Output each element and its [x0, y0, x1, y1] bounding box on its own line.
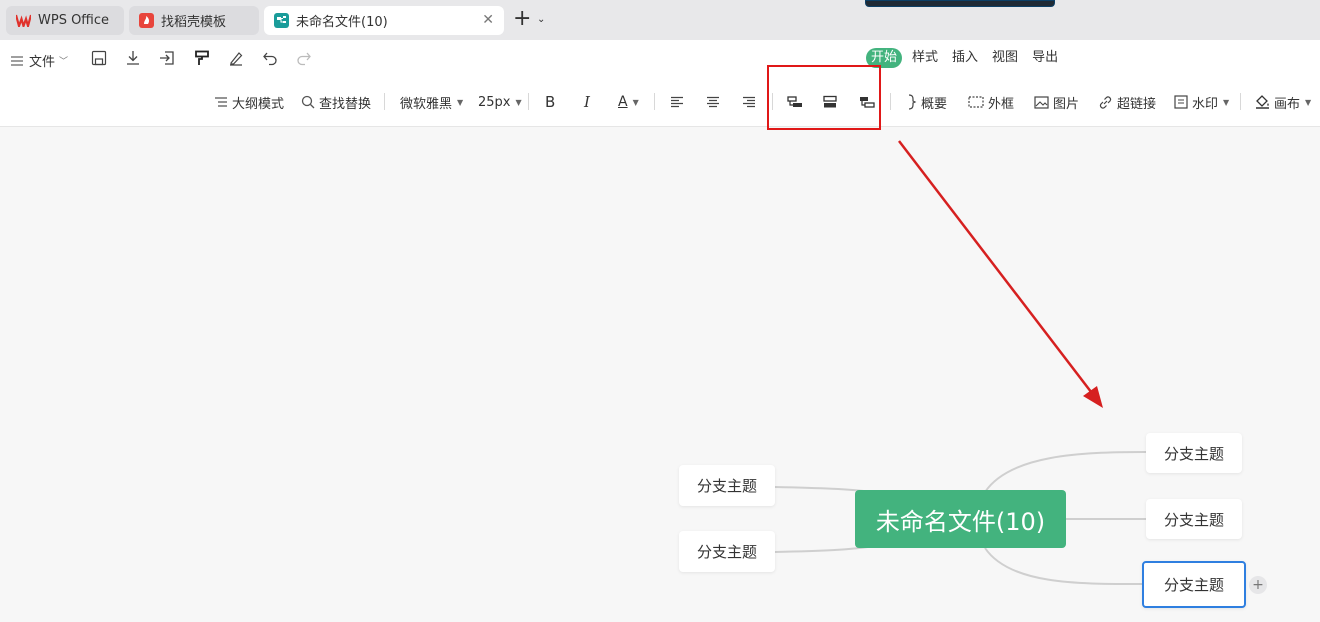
canvas-button[interactable]: 画布 ▼ [1255, 93, 1312, 112]
watermark-label: 水印 [1192, 96, 1219, 112]
summary-icon [908, 94, 917, 110]
paint-bucket-icon [1256, 95, 1269, 109]
caret-down-icon: ▼ [632, 97, 639, 107]
tab-label: 未命名文件(10) [296, 15, 388, 30]
align-right-icon[interactable] [742, 93, 760, 111]
add-topic-icon[interactable]: + [1249, 576, 1267, 594]
outline-icon [215, 97, 227, 107]
topic-label: 分支主题 [1163, 444, 1224, 463]
branch-topic-right-2[interactable]: 分支主题 [1146, 499, 1242, 539]
divider [384, 93, 385, 110]
menu-icon [11, 55, 23, 66]
bold-button[interactable]: B [545, 93, 555, 111]
caret-down-icon: ▼ [457, 97, 464, 107]
tab-wps-office[interactable]: WPS Office [6, 6, 124, 35]
watermark-button[interactable]: 水印 ▼ [1174, 93, 1230, 112]
undo-icon[interactable] [261, 49, 279, 67]
ribbon-tabs: 开始 样式 插入 视图 导出 [866, 48, 1072, 68]
image-icon [1034, 95, 1049, 109]
caret-down-icon: ▼ [515, 97, 522, 107]
caret-down-icon: ▼ [1305, 97, 1312, 107]
mindmap-canvas[interactable] [0, 128, 1320, 622]
redo-icon[interactable] [295, 49, 313, 67]
save-icon[interactable] [90, 49, 108, 67]
topic-label: 分支主题 [1163, 510, 1224, 529]
align-left-icon[interactable] [670, 93, 688, 111]
tab-insert[interactable]: 插入 [952, 48, 978, 68]
chevron-down-icon[interactable]: ⌄ [537, 14, 545, 25]
find-replace-label: 查找替换 [319, 96, 372, 112]
frame-icon [968, 96, 984, 108]
canvas-label: 画布 [1274, 96, 1301, 112]
chevron-down-icon: ﹀ [59, 57, 69, 67]
eraser-icon[interactable] [227, 49, 245, 67]
branch-topic-right-3[interactable]: 分支主题 [1142, 561, 1246, 608]
outline-mode-button[interactable]: 大纲模式 [214, 93, 285, 112]
divider [1240, 93, 1241, 110]
floating-panel-edge [865, 0, 1055, 7]
tab-label: 找稻壳模板 [161, 15, 227, 30]
font-color-label: A [618, 94, 628, 110]
font-family-select[interactable]: 微软雅黑 ▼ [400, 93, 464, 112]
topic-label: 分支主题 [1163, 576, 1224, 594]
summary-button[interactable]: 概要 [907, 93, 948, 112]
tab-bar: WPS Office 找稻壳模板 未命名文件(10) ✕ + ⌄ [0, 0, 1320, 40]
divider [528, 93, 529, 110]
file-menu[interactable]: 文件 ﹀ [10, 51, 68, 70]
mindmap-file-icon [274, 13, 289, 28]
topic-label: 分支主题 [696, 543, 757, 561]
caret-down-icon: ▼ [1223, 97, 1230, 107]
tab-label: WPS Office [38, 13, 110, 28]
watermark-icon [1174, 95, 1188, 109]
find-replace-button[interactable]: 查找替换 [301, 93, 372, 112]
central-topic-label: 未命名文件(10) [875, 507, 1046, 536]
format-painter-icon[interactable] [193, 49, 211, 67]
tab-templates[interactable]: 找稻壳模板 [129, 6, 259, 35]
menu-bar: 文件 ﹀ 开始 样式 插入 视图 导出 [0, 40, 1320, 76]
tab-style[interactable]: 样式 [912, 48, 938, 68]
new-tab-icon[interactable]: + [513, 8, 531, 30]
branch-topic-left-1[interactable]: 分支主题 [679, 465, 775, 506]
toolbar: 大纲模式 查找替换 微软雅黑 ▼ 25px ▼ B I A ▼ 概要 外框 图片… [0, 76, 1320, 127]
link-icon [1099, 95, 1112, 109]
italic-label: I [584, 93, 590, 111]
divider [654, 93, 655, 110]
image-button[interactable]: 图片 [1034, 93, 1080, 112]
align-center-icon[interactable] [706, 93, 724, 111]
download-icon[interactable] [124, 49, 142, 67]
frame-button[interactable]: 外框 [968, 93, 1015, 112]
topic-label: 分支主题 [696, 477, 757, 495]
close-icon[interactable]: ✕ [482, 13, 494, 27]
tab-view[interactable]: 视图 [992, 48, 1018, 68]
search-icon [301, 95, 315, 109]
file-menu-label: 文件 [29, 55, 56, 70]
outline-mode-label: 大纲模式 [232, 96, 285, 112]
branch-topic-left-2[interactable]: 分支主题 [679, 531, 775, 572]
docer-logo-icon [139, 13, 154, 28]
font-size-select[interactable]: 25px ▼ [478, 93, 522, 111]
image-label: 图片 [1053, 96, 1080, 112]
highlight-box [767, 65, 881, 130]
divider [890, 93, 891, 110]
frame-label: 外框 [988, 96, 1015, 112]
hyperlink-button[interactable]: 超链接 [1098, 93, 1157, 112]
export-icon[interactable] [158, 49, 176, 67]
font-size-value: 25px [478, 94, 511, 110]
tab-export[interactable]: 导出 [1032, 48, 1058, 68]
tab-document[interactable]: 未命名文件(10) ✕ [264, 6, 504, 35]
bold-label: B [545, 93, 556, 111]
hyperlink-label: 超链接 [1117, 96, 1157, 112]
italic-button[interactable]: I [584, 93, 590, 111]
branch-topic-right-1[interactable]: 分支主题 [1146, 433, 1242, 473]
font-family-value: 微软雅黑 [400, 96, 453, 112]
wps-logo-icon [16, 13, 31, 28]
summary-label: 概要 [921, 96, 948, 112]
central-topic[interactable]: 未命名文件(10) [855, 490, 1066, 548]
font-color-button[interactable]: A ▼ [618, 93, 639, 111]
